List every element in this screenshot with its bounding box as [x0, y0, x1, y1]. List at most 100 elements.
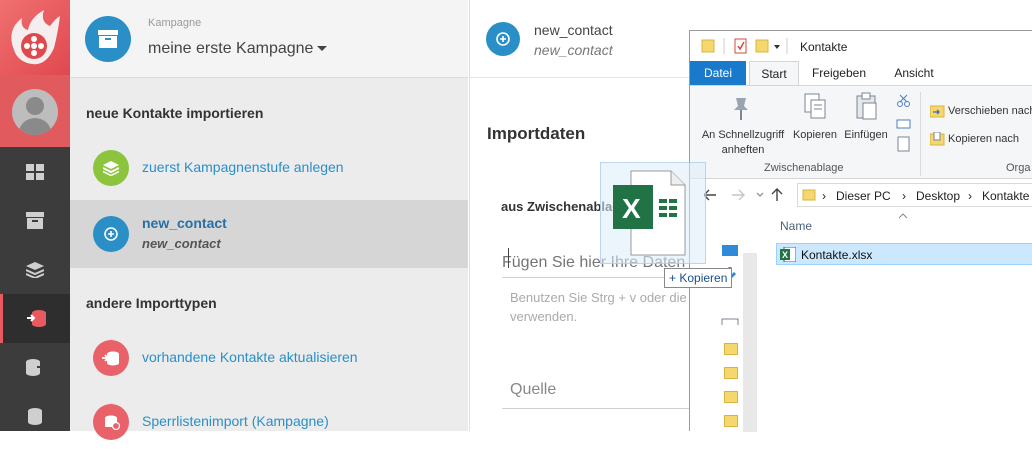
sidebar-item-stage[interactable]: zuerst Kampagnenstufe anlegen [70, 134, 468, 200]
folder-icon[interactable] [724, 415, 738, 427]
rail-campaigns[interactable] [0, 196, 70, 245]
excel-file-drag-icon: X [613, 170, 686, 256]
sort-up-icon[interactable] [898, 213, 908, 219]
drag-copy-tooltip: + Kopieren [664, 268, 733, 288]
archive-box-icon [26, 212, 44, 229]
plus-circle-icon [104, 227, 118, 241]
move-to-icon [930, 105, 945, 118]
tab-datei[interactable]: Datei [690, 61, 746, 85]
user-silhouette-icon [18, 97, 52, 135]
layers-icon [103, 160, 119, 176]
sidebar-item-blacklist[interactable]: Sperrlistenimport (Kampagne) [70, 390, 468, 456]
address-bar[interactable]: › Dieser PC › Desktop › Kontakte [797, 183, 1032, 207]
sidebar-item-new-contact-title[interactable]: new_contact [142, 215, 227, 231]
import-heading: Importdaten [487, 124, 586, 143]
film-reel-logo-icon [11, 10, 61, 65]
campaign-selector[interactable]: meine erste Kampagne [148, 40, 328, 58]
stage-icon-circle [93, 150, 129, 186]
tab-ansicht[interactable]: Ansicht [886, 61, 942, 85]
breadcrumb-sep-icon: › [822, 189, 826, 203]
sidebar-link-blacklist[interactable]: Sperrlistenimport (Kampagne) [142, 413, 329, 429]
ribbon-group-clipboard: Zwischenablage [764, 162, 844, 174]
breadcrumb-desktop[interactable]: Desktop [916, 189, 960, 203]
nav-scrollbar[interactable] [743, 253, 757, 432]
caret-down-icon [317, 46, 328, 52]
new-contact-icon-circle [93, 216, 129, 252]
database-icon [28, 408, 42, 425]
rail-dashboard[interactable] [0, 147, 70, 196]
section-other-title: andere Importtypen [86, 295, 217, 311]
pin-icon [734, 98, 748, 120]
sidebar-link-update[interactable]: vorhandene Kontakte aktualisieren [142, 349, 358, 365]
sidebar-item-new-contact[interactable]: new_contact new_contact [70, 200, 468, 268]
text-cursor [508, 248, 509, 268]
page-title: new_contact [534, 22, 613, 38]
folder-icon[interactable] [724, 391, 738, 403]
plus-circle-icon [496, 32, 510, 46]
rail-import[interactable] [0, 294, 70, 343]
breadcrumb-sep-icon: › [968, 189, 972, 203]
file-row-kontakte[interactable]: X Kontakte.xlsx [776, 243, 1032, 265]
blacklist-icon-circle [93, 404, 129, 440]
rail-export[interactable] [0, 343, 70, 392]
paste-help-text: Benutzen Sie Strg + v oder die verwenden… [510, 290, 687, 324]
explorer-title: Kontakte [800, 40, 848, 54]
sidebar-item-new-contact-sub: new_contact [142, 236, 221, 251]
header-icon-circle [486, 22, 520, 56]
copy-icon [804, 93, 826, 119]
sidebar-item-update[interactable]: vorhandene Kontakte aktualisieren [70, 324, 468, 390]
svg-text:X: X [782, 250, 788, 260]
file-name: Kontakte.xlsx [801, 248, 873, 262]
tab-start[interactable]: Start [749, 61, 799, 85]
database-refresh-icon [102, 351, 119, 365]
layers-icon [26, 261, 44, 278]
address-bar-row: › Dieser PC › Desktop › Kontakte [690, 179, 1032, 211]
tab-freigeben[interactable]: Freigeben [806, 61, 872, 85]
campaign-label: Kampagne [148, 17, 202, 29]
sidebar-link-stage[interactable]: zuerst Kampagnenstufe anlegen [142, 159, 344, 175]
update-icon-circle [93, 340, 129, 376]
breadcrumb-this-pc[interactable]: Dieser PC [836, 189, 891, 203]
campaign-icon-circle [85, 16, 131, 62]
excel-file-icon: X [780, 247, 796, 262]
source-field-underline [502, 408, 702, 409]
drag-ghost: X [600, 162, 706, 264]
folder-icon[interactable] [724, 343, 738, 355]
breadcrumb-kontakte[interactable]: Kontakte [982, 189, 1029, 203]
file-list: Name X Kontakte.xlsx [764, 211, 1032, 432]
avatar[interactable] [12, 89, 58, 135]
campaign-name: meine erste Kampagne [148, 40, 314, 57]
quick-access-toolbar-icons[interactable] [690, 31, 790, 61]
copy-button[interactable]: Kopieren [790, 128, 840, 143]
svg-text:X: X [622, 193, 641, 224]
campaign-sidebar: Kampagne meine erste Kampagne neue Konta… [70, 0, 468, 440]
folder-icon[interactable] [724, 367, 738, 379]
user-avatar-area[interactable] [0, 75, 70, 147]
move-to-button[interactable]: Verschieben nach [948, 104, 1032, 119]
paste-button[interactable]: Einfügen [840, 128, 892, 143]
navigation-arrows-icon[interactable] [704, 187, 790, 203]
database-import-icon [26, 310, 46, 327]
app-rail [0, 0, 70, 431]
source-field-label[interactable]: Quelle [510, 381, 556, 399]
cut-copypath-shortcut-icons[interactable] [896, 94, 912, 154]
rail-stages[interactable] [0, 245, 70, 294]
paste-icon [856, 92, 877, 120]
page-subtitle: new_contact [534, 42, 613, 58]
archive-box-icon [98, 30, 118, 48]
dashboard-grid-icon [26, 163, 44, 180]
section-import-title: neue Kontakte importieren [86, 105, 264, 121]
app-logo[interactable] [0, 0, 70, 75]
copy-to-icon [930, 132, 945, 146]
folder-icon [802, 189, 816, 201]
pin-quick-access-button[interactable]: An Schnellzugriff anheften [696, 128, 790, 158]
ribbon-tabs: Datei Start Freigeben Ansicht [690, 61, 1032, 85]
ribbon-separator [920, 92, 921, 176]
breadcrumb-sep-icon: › [902, 189, 906, 203]
database-export-icon [26, 359, 45, 376]
explorer-titlebar: Kontakte [690, 31, 1032, 61]
copy-to-button[interactable]: Kopieren nach [948, 132, 1019, 147]
column-header-name[interactable]: Name [780, 219, 812, 233]
ribbon: An Schnellzugriff anheften Kopieren Einf… [690, 85, 1032, 179]
rail-database[interactable] [0, 392, 70, 441]
